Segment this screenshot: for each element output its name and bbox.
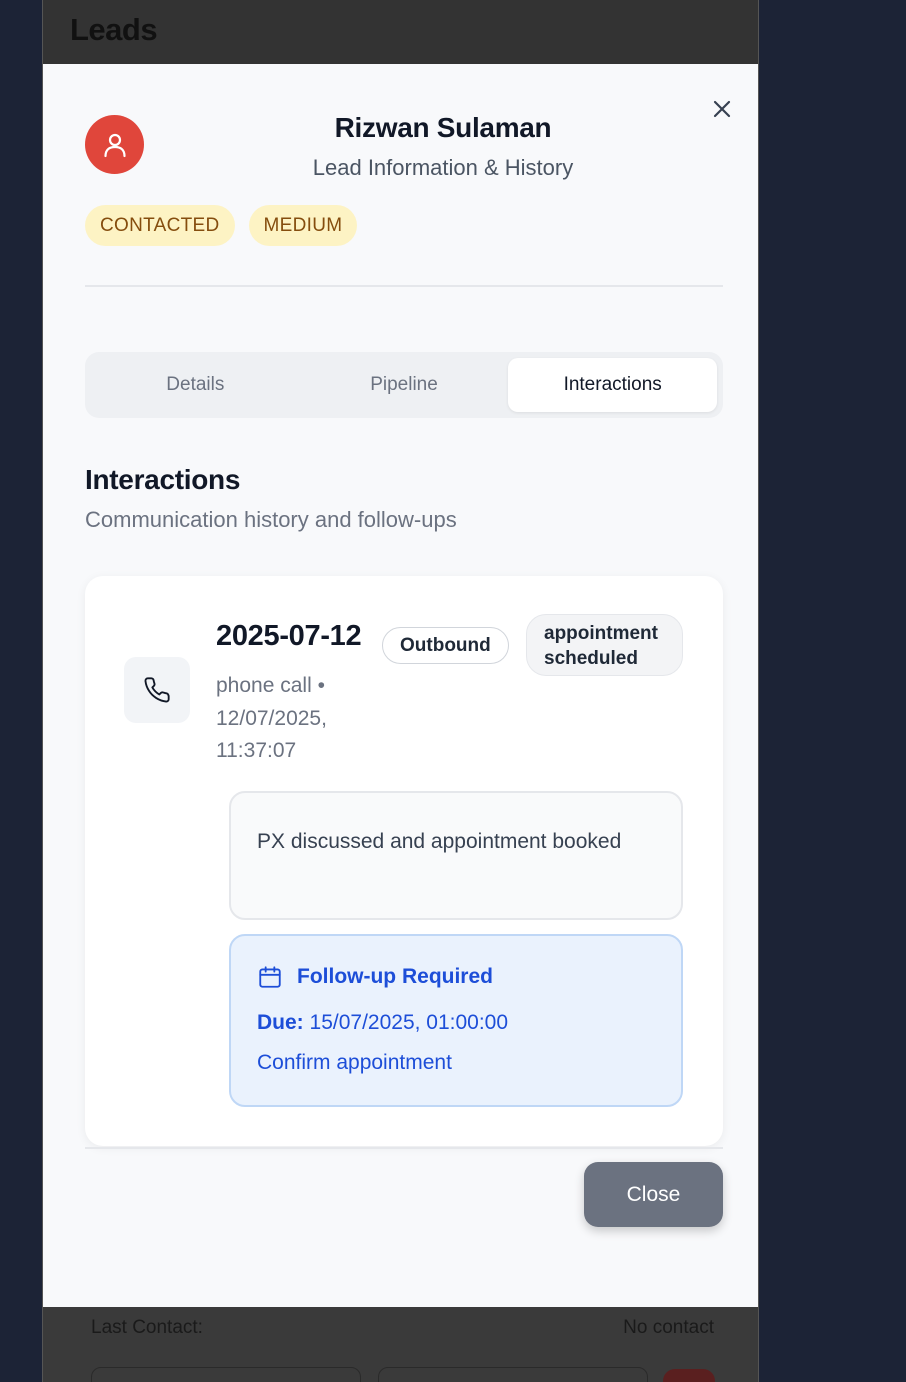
interaction-meta: phone call • 12/07/2025, 11:37:07 bbox=[216, 674, 327, 763]
divider bbox=[85, 285, 723, 287]
lead-modal: Rizwan Sulaman Lead Information & Histor… bbox=[43, 64, 758, 1307]
phone-icon-tile bbox=[124, 657, 190, 723]
interaction-date: 2025-07-12 bbox=[216, 620, 362, 652]
page-title: Leads bbox=[70, 12, 158, 47]
footer-divider bbox=[85, 1147, 723, 1149]
interaction-card: 2025-07-12 Outbound appointment schedule… bbox=[85, 576, 723, 1146]
background-field bbox=[91, 1367, 361, 1382]
background-header: Leads bbox=[43, 0, 758, 64]
followup-header: Follow-up Required bbox=[257, 964, 493, 990]
followup-box: Follow-up Required Due: 15/07/2025, 01:0… bbox=[229, 934, 683, 1107]
followup-note: Confirm appointment bbox=[257, 1051, 452, 1074]
app-frame: Leads Last Contact: No contact Rizwan Su… bbox=[42, 0, 759, 1382]
followup-title: Follow-up Required bbox=[297, 965, 493, 988]
background-content: Last Contact: No contact bbox=[43, 1307, 758, 1382]
status-badges: CONTACTED MEDIUM bbox=[85, 205, 358, 246]
avatar bbox=[85, 115, 144, 174]
last-contact-label: Last Contact: bbox=[91, 1317, 203, 1338]
section-title: Interactions bbox=[85, 464, 241, 495]
lead-name: Rizwan Sulaman bbox=[334, 112, 552, 143]
outcome-badge: appointment scheduled bbox=[526, 614, 683, 676]
user-icon bbox=[103, 133, 126, 157]
background-field bbox=[378, 1367, 648, 1382]
tab-details[interactable]: Details bbox=[91, 358, 300, 412]
status-badge: CONTACTED bbox=[85, 205, 235, 246]
background-button bbox=[663, 1369, 715, 1382]
tab-bar: Details Pipeline Interactions bbox=[85, 352, 723, 418]
section-subtitle: Communication history and follow-ups bbox=[85, 507, 457, 532]
interaction-timestamp: 12/07/2025, 11:37:07 bbox=[216, 706, 327, 763]
tab-interactions[interactable]: Interactions bbox=[508, 358, 718, 412]
last-contact-value: No contact bbox=[623, 1317, 714, 1338]
phone-icon bbox=[144, 677, 170, 703]
close-icon[interactable] bbox=[707, 94, 737, 124]
tab-pipeline[interactable]: Pipeline bbox=[300, 358, 509, 412]
followup-due: Due: 15/07/2025, 01:00:00 bbox=[257, 1011, 508, 1035]
interaction-notes: PX discussed and appointment booked bbox=[229, 791, 683, 920]
due-value: 15/07/2025, 01:00:00 bbox=[309, 1011, 509, 1034]
close-button[interactable]: Close bbox=[584, 1162, 723, 1227]
direction-badge: Outbound bbox=[382, 627, 509, 664]
calendar-icon bbox=[259, 966, 281, 988]
lead-subtitle: Lead Information & History bbox=[312, 155, 574, 180]
priority-badge: MEDIUM bbox=[248, 205, 358, 246]
interaction-type: phone call bbox=[216, 674, 312, 697]
due-label: Due: bbox=[257, 1011, 304, 1034]
